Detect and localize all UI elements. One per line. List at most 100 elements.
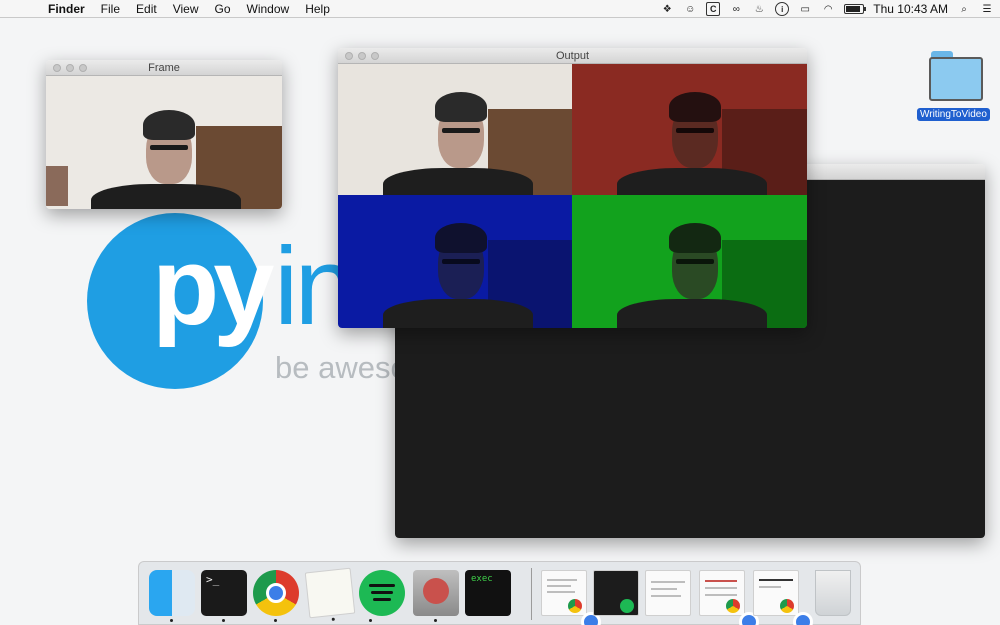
c-app-icon[interactable]: C: [706, 2, 721, 16]
person-glasses: [150, 145, 188, 150]
spotify-wave: [369, 584, 395, 587]
info-icon[interactable]: i: [775, 2, 790, 16]
thumb-line: [759, 586, 781, 588]
dropbox-icon[interactable]: ❖: [660, 2, 674, 16]
chrome-badge-icon: [568, 599, 601, 625]
person-torso: [91, 184, 241, 209]
minimized-window-thumbnail[interactable]: [541, 570, 601, 625]
menu-window[interactable]: Window: [239, 0, 298, 18]
battery-level: [846, 6, 861, 12]
person-beanie: [669, 223, 721, 253]
running-indicator: [331, 617, 335, 621]
person-torso: [383, 168, 533, 195]
zoom-button[interactable]: [79, 64, 87, 72]
output-quadrant-green: [572, 195, 807, 328]
person-beanie: [669, 92, 721, 122]
minimize-button[interactable]: [66, 64, 74, 72]
frame-window-title: Frame: [148, 62, 180, 74]
close-button[interactable]: [345, 52, 353, 60]
thumb-line: [651, 581, 685, 583]
terminal-icon-text: >_: [206, 573, 220, 586]
exec-icon-text: exec: [471, 574, 493, 584]
person-beanie: [435, 92, 487, 122]
spotlight-icon[interactable]: ⌕: [957, 2, 971, 16]
running-indicator: [222, 619, 225, 622]
running-indicator: [170, 619, 173, 622]
chrome-icon[interactable]: [253, 570, 299, 622]
wifi-icon[interactable]: ◠: [821, 2, 835, 16]
menu-help[interactable]: Help: [297, 0, 338, 18]
spotify-icon[interactable]: [359, 570, 405, 622]
output-quadrant-red: [572, 64, 807, 195]
terminal-icon[interactable]: >_: [201, 570, 247, 622]
menu-extras: ❖ ☺ C ∞ ♨ i ▭ ◠ Thu 10:43 AM ⌕ ☰: [660, 0, 994, 18]
folder-body: [929, 57, 983, 101]
thumb-line: [547, 585, 571, 587]
folder-label[interactable]: WritingToVideo: [917, 108, 990, 121]
menu-finder[interactable]: Finder: [40, 0, 93, 18]
person-glasses: [676, 259, 714, 264]
running-indicator: [274, 619, 277, 622]
frame-window-controls: [53, 64, 87, 72]
thumb-line: [705, 580, 737, 582]
person-glasses: [676, 128, 714, 133]
menu-file[interactable]: File: [93, 0, 128, 18]
running-indicator: [434, 619, 437, 622]
thumb-line: [651, 588, 677, 590]
frame-titlebar[interactable]: Frame: [46, 60, 282, 76]
exec-icon[interactable]: exec: [465, 570, 511, 616]
spotify-badge-icon: [620, 599, 634, 613]
frame-window[interactable]: Frame: [46, 60, 282, 209]
output-window-title: Output: [555, 50, 590, 62]
output-grid: [338, 64, 807, 328]
minimized-window-thumbnail[interactable]: [753, 570, 813, 625]
output-quadrant-blue: [338, 195, 572, 328]
notification-center-icon[interactable]: ☰: [980, 2, 994, 16]
person-beanie: [143, 110, 195, 140]
dock: >_ exec: [138, 561, 861, 625]
disk-utility-icon[interactable]: [413, 570, 459, 622]
person-beanie: [435, 223, 487, 253]
minimized-window-thumbnail[interactable]: [645, 570, 691, 616]
thumb-line: [547, 579, 577, 581]
minimize-button[interactable]: [358, 52, 366, 60]
person-torso: [617, 299, 767, 328]
output-titlebar[interactable]: Output: [338, 48, 807, 64]
dock-separator: [531, 568, 532, 620]
output-quadrant-original: [338, 64, 572, 195]
minimized-window-thumbnail[interactable]: [699, 570, 759, 625]
menu-clock[interactable]: Thu 10:43 AM: [873, 2, 948, 16]
video-lamp: [46, 166, 68, 206]
creative-cloud-icon[interactable]: ∞: [729, 2, 743, 16]
person-glasses: [442, 259, 480, 264]
logo-wordmark-py: py: [152, 225, 274, 348]
zoom-button[interactable]: [371, 52, 379, 60]
spotify-wave: [373, 598, 391, 601]
minimized-window-thumbnail[interactable]: [593, 570, 639, 616]
output-window-controls: [345, 52, 379, 60]
thumb-line: [547, 591, 575, 593]
output-window[interactable]: Output: [338, 48, 807, 328]
frame-video: [46, 76, 282, 209]
thumb-line: [651, 595, 681, 597]
menu-edit[interactable]: Edit: [128, 0, 165, 18]
person-glasses: [442, 128, 480, 133]
folder-icon[interactable]: [927, 49, 985, 105]
textedit-icon[interactable]: [304, 567, 356, 621]
battery-icon[interactable]: [844, 4, 867, 14]
thumb-line: [759, 579, 793, 581]
alfred-icon[interactable]: ☺: [683, 2, 697, 16]
airplay-icon[interactable]: ▭: [798, 2, 812, 16]
flame-icon[interactable]: ♨: [752, 2, 766, 16]
menu-bar: Finder File Edit View Go Window Help ❖ ☺…: [0, 0, 1000, 18]
trash-icon[interactable]: [815, 570, 851, 616]
person-torso: [383, 299, 533, 328]
menu-go[interactable]: Go: [207, 0, 239, 18]
menu-view[interactable]: View: [165, 0, 207, 18]
thumb-line: [705, 587, 737, 589]
chrome-badge-icon: [726, 599, 759, 625]
close-button[interactable]: [53, 64, 61, 72]
finder-icon[interactable]: [149, 570, 195, 622]
spotify-wave: [371, 591, 393, 594]
running-indicator: [369, 619, 372, 622]
